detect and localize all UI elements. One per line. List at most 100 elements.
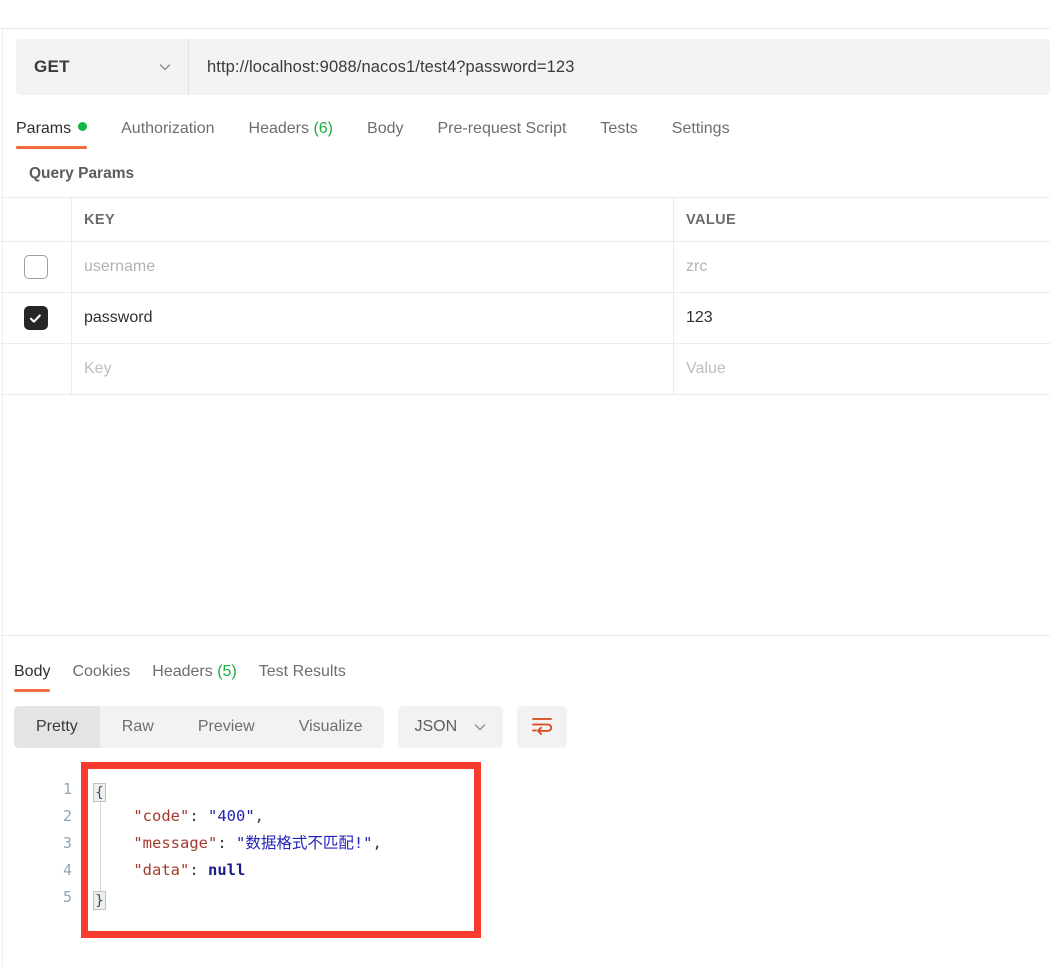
tab-authorization[interactable]: Authorization [121,120,234,149]
response-tab-bar: Body Cookies Headers (5) Test Results [14,636,1050,692]
new-param-key-input[interactable]: Key [72,344,674,394]
json-separator: : [217,834,236,852]
response-tab-headers-label: Headers [152,663,213,680]
tab-pre-request-script-label: Pre-request Script [437,120,567,137]
http-method-select[interactable]: GET [16,39,189,95]
query-params-title: Query Params [29,165,135,182]
tab-settings-label: Settings [671,120,730,137]
view-mode-pretty-label: Pretty [36,718,78,735]
view-mode-raw[interactable]: Raw [100,706,176,748]
param-value-text: 123 [686,309,713,326]
http-method-label: GET [34,57,70,76]
response-tab-test-results-label: Test Results [258,663,346,680]
response-tab-cookies[interactable]: Cookies [72,663,146,692]
row-value-cell[interactable]: 123 [674,293,1050,343]
response-tab-body-label: Body [14,663,51,680]
table-row-new: Key Value [0,344,1050,395]
response-tab-body[interactable]: Body [14,663,66,692]
tab-params-label: Params [16,120,72,137]
tab-headers-label: Headers [248,120,309,137]
response-body-viewer: 1 2 3 4 5 { "code": "400", "message": "数… [0,768,1050,938]
line-number: 4 [62,861,72,879]
json-null-value: null [208,861,246,879]
view-mode-pretty[interactable]: Pretty [14,706,100,748]
code-line-5: } [93,884,382,911]
line-number: 2 [62,807,72,825]
tab-headers[interactable]: Headers (6) [249,120,354,149]
header-cell-checkbox [0,198,72,241]
code-line-2: "code": "400", [96,803,382,830]
row-key-cell[interactable]: username [72,242,674,292]
json-string-value: "数据格式不匹配!" [236,834,373,852]
chevron-down-icon [158,60,172,74]
code-line-4: "data": null [96,857,382,884]
param-enabled-checkbox-checked[interactable] [23,306,48,330]
view-mode-preview-label: Preview [197,718,255,735]
new-param-value-input[interactable]: Value [674,344,1050,394]
line-number: 5 [62,888,72,906]
word-wrap-icon [531,715,553,740]
new-param-key-placeholder: Key [84,360,112,377]
header-cell-key: KEY [72,198,674,241]
response-tab-cookies-label: Cookies [72,663,131,680]
request-url-text: http://localhost:9088/nacos1/test4?passw… [207,57,575,76]
response-view-mode-group: Pretty Raw Preview Visualize [14,706,385,748]
response-tab-headers-count: (5) [217,663,237,680]
row-value-cell[interactable]: zrc [674,242,1050,292]
fold-open-brace-marker[interactable]: { [93,783,106,802]
view-mode-visualize-label: Visualize [298,718,363,735]
json-key: "code" [133,807,190,825]
query-params-table: KEY VALUE username zrc password 123 Key … [0,197,1050,395]
line-number: 3 [62,834,72,852]
column-header-key: KEY [84,211,116,228]
tab-body-label: Body [367,120,404,137]
tab-pre-request-script[interactable]: Pre-request Script [437,120,586,149]
tab-body[interactable]: Body [367,120,423,149]
json-string-value: "400" [208,807,255,825]
param-value-text: zrc [686,258,708,275]
code-line-1: { [93,776,382,803]
json-key: "data" [133,861,190,879]
tab-authorization-label: Authorization [121,120,215,137]
tab-tests-label: Tests [600,120,638,137]
response-view-toolbar: Pretty Raw Preview Visualize JSON [14,706,1050,748]
header-cell-value: VALUE [674,198,1050,241]
json-code-content[interactable]: { "code": "400", "message": "数据格式不匹配!", … [93,776,382,911]
param-key-text: password [84,309,153,326]
view-mode-raw-label: Raw [121,718,154,735]
response-format-label: JSON [414,718,458,735]
request-tab-bar: Params Authorization Headers (6) Body Pr… [16,109,1050,149]
response-tab-test-results[interactable]: Test Results [259,663,362,692]
code-line-3: "message": "数据格式不匹配!", [96,830,382,857]
view-mode-visualize[interactable]: Visualize [277,706,385,748]
line-number: 1 [62,780,72,798]
request-url-bar: GET http://localhost:9088/nacos1/test4?p… [16,39,1050,95]
fold-close-brace-marker[interactable]: } [93,891,106,910]
window-top-strip [0,0,1050,29]
response-tab-headers[interactable]: Headers (5) [152,663,253,692]
line-number-gutter: 1 2 3 4 5 [0,776,72,911]
row-checkbox-cell [0,242,72,292]
json-separator: : [189,861,208,879]
response-format-select[interactable]: JSON [398,706,504,748]
params-modified-dot-icon [78,122,88,131]
row-key-cell[interactable]: password [72,293,674,343]
new-param-value-placeholder: Value [686,360,726,377]
tab-settings[interactable]: Settings [672,120,750,149]
table-row: username zrc [0,242,1050,293]
tab-params[interactable]: Params [16,120,107,149]
json-key: "message" [133,834,218,852]
row-checkbox-cell [0,293,72,343]
request-body-empty-area [0,395,1050,635]
tab-tests[interactable]: Tests [600,120,657,149]
word-wrap-toggle-button[interactable] [517,706,568,748]
column-header-value: VALUE [686,211,737,228]
row-checkbox-cell [0,344,72,394]
view-mode-preview[interactable]: Preview [176,706,277,748]
table-header-row: KEY VALUE [0,198,1050,242]
chevron-down-icon [473,720,487,734]
table-row: password 123 [0,293,1050,344]
tab-headers-count: (6) [313,120,334,137]
request-url-input[interactable]: http://localhost:9088/nacos1/test4?passw… [189,39,1050,95]
param-enabled-checkbox-unchecked[interactable] [23,255,48,279]
